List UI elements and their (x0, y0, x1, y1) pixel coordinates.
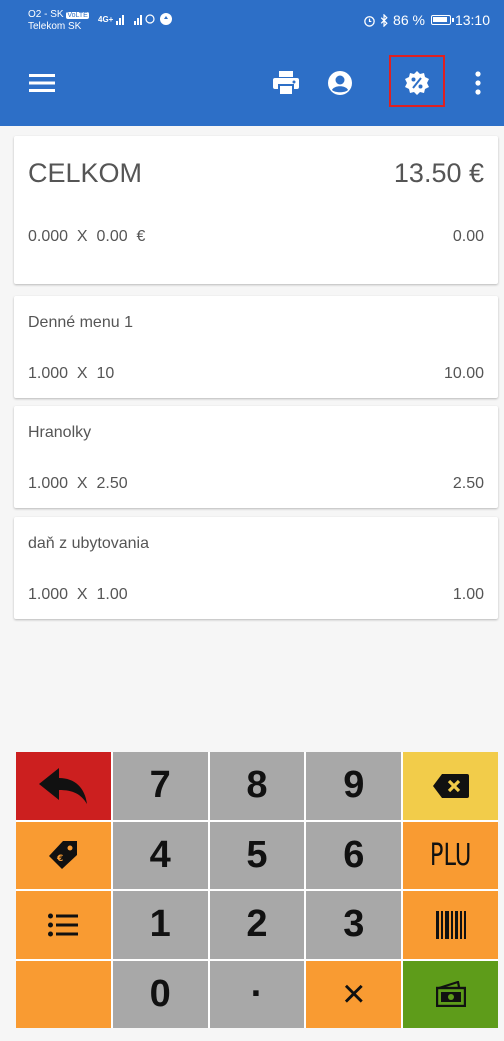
list-item[interactable]: Hranolky 1.000 X 2.50 2.50 (14, 406, 498, 508)
blank-key[interactable] (16, 960, 111, 1028)
app-notification-icon (160, 13, 173, 25)
item-qty: 1.000 X 10 (28, 365, 115, 382)
item-sum: 10.00 (443, 365, 484, 382)
list-icon (48, 913, 79, 937)
status-bar: O2 - SK VoLTE Telekom SK 4G+ 86 % 13:10 (0, 0, 504, 40)
status-right: 86 % 13:10 (363, 12, 490, 28)
item-qty: 1.000 X 2.50 (28, 475, 128, 492)
barcode-key[interactable] (403, 891, 498, 959)
key-2[interactable]: 2 (209, 891, 305, 959)
more-vert-icon (475, 71, 481, 95)
total-label: CELKOM (28, 158, 143, 188)
menu-button[interactable] (20, 40, 64, 126)
key-4[interactable]: 4 (112, 821, 208, 889)
plu-label: PLU (429, 837, 472, 873)
carrier-1: O2 - SK (28, 9, 64, 20)
backspace-key[interactable] (403, 752, 498, 820)
carrier-info: O2 - SK VoLTE Telekom SK (28, 9, 89, 32)
key-5[interactable]: 5 (209, 821, 305, 889)
key-7[interactable]: 7 (112, 752, 208, 820)
payment-key[interactable] (403, 960, 498, 1028)
list-key[interactable] (16, 891, 111, 959)
account-icon (328, 71, 352, 95)
account-button[interactable] (318, 40, 362, 126)
signal-icon (116, 14, 156, 25)
total-value: 13.50 € (393, 158, 484, 188)
item-sum: 1.00 (452, 586, 484, 603)
key-1[interactable]: 1 (112, 891, 208, 959)
key-3[interactable]: 3 (306, 891, 402, 959)
print-icon (273, 71, 299, 95)
menu-icon (29, 74, 55, 92)
svg-text:€: € (56, 854, 63, 864)
clock: 13:10 (454, 12, 490, 28)
key-8[interactable]: 8 (209, 752, 305, 820)
battery-percent: 86 % (393, 12, 425, 28)
item-name: Hranolky (28, 424, 92, 441)
list-item[interactable]: daň z ubytovania 1.000 X 1.00 1.00 (14, 517, 498, 619)
item-name: daň z ubytovania (28, 535, 149, 552)
key-0[interactable]: 0 (112, 960, 208, 1028)
keypad: 7 8 9 € 4 5 6 PLU 1 2 3 0 · × (16, 752, 498, 1028)
current-entry-sum: 0.00 (452, 228, 484, 245)
total-card: CELKOM 13.50 € 0.000 X 0.00 € 0.00 (14, 136, 498, 284)
highlight-box (389, 55, 445, 107)
plu-key[interactable]: PLU (403, 821, 498, 889)
network-indicator: 4G+ (98, 12, 173, 26)
carrier-2: Telekom SK (28, 21, 82, 32)
item-sum: 2.50 (452, 475, 484, 492)
key-9[interactable]: 9 (306, 752, 402, 820)
key-6[interactable]: 6 (306, 821, 402, 889)
item-qty: 1.000 X 1.00 (28, 586, 128, 603)
bluetooth-icon (380, 13, 388, 27)
multiply-key[interactable]: × (306, 960, 402, 1028)
alarm-icon (364, 15, 375, 27)
volte-badge: VoLTE (66, 12, 89, 19)
dot-key[interactable]: · (209, 960, 305, 1028)
print-button[interactable] (264, 40, 308, 126)
current-entry: 0.000 X 0.00 € (28, 228, 146, 245)
backspace-icon (432, 773, 469, 798)
discount-button[interactable] (389, 40, 445, 126)
network-type: 4G+ (98, 14, 114, 24)
more-options-button[interactable] (464, 40, 492, 126)
battery-icon (430, 15, 454, 25)
app-toolbar (0, 40, 504, 126)
back-key[interactable] (16, 752, 111, 820)
price-tag-key[interactable]: € (16, 821, 111, 889)
barcode-icon (435, 910, 466, 939)
list-item[interactable]: Denné menu 1 1.000 X 10 10.00 (14, 296, 498, 398)
cash-payment-icon (435, 981, 466, 1008)
price-tag-icon: € (49, 841, 78, 870)
reply-arrow-icon (39, 767, 88, 804)
item-name: Denné menu 1 (28, 314, 133, 331)
